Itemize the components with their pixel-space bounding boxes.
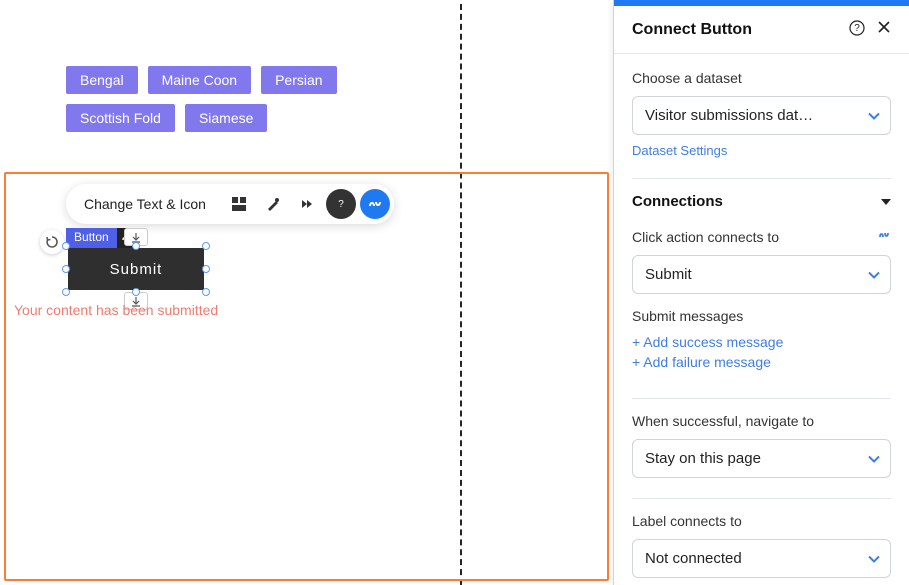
- navigate-group: When successful, navigate to Stay on thi…: [632, 413, 891, 478]
- chevron-down-icon: [868, 266, 880, 283]
- animation-icon[interactable]: [292, 189, 322, 219]
- design-icon[interactable]: [258, 189, 288, 219]
- click-action-select[interactable]: Submit: [632, 255, 891, 294]
- dataset-settings-link[interactable]: Dataset Settings: [632, 143, 727, 158]
- submit-messages-label: Submit messages: [632, 308, 891, 324]
- navigate-value: Stay on this page: [645, 450, 761, 467]
- submit-messages-group: Submit messages + Add success message + …: [632, 308, 891, 370]
- canvas-stage[interactable]: Bengal Maine Coon Persian Scottish Fold …: [0, 0, 613, 585]
- panel-title: Connect Button: [632, 21, 752, 39]
- resize-handle[interactable]: [62, 265, 70, 273]
- resize-handle[interactable]: [132, 288, 140, 296]
- tag-item[interactable]: Siamese: [185, 104, 267, 132]
- connections-heading-label: Connections: [632, 193, 723, 210]
- selection-handles: [66, 246, 206, 292]
- tag-item[interactable]: Maine Coon: [148, 66, 252, 94]
- resize-handle[interactable]: [202, 265, 210, 273]
- label-connect-select[interactable]: Not connected: [632, 539, 891, 578]
- layout-icon[interactable]: [224, 189, 254, 219]
- svg-text:?: ?: [854, 23, 860, 34]
- dataset-group: Choose a dataset Visitor submissions dat…: [632, 54, 891, 179]
- label-connect-value: Not connected: [645, 550, 742, 567]
- submission-status-text: Your content has been submitted: [14, 302, 218, 318]
- resize-handle[interactable]: [132, 242, 140, 250]
- chevron-down-icon: [868, 450, 880, 467]
- chevron-down-icon: [868, 550, 880, 567]
- dataset-select[interactable]: Visitor submissions dat…: [632, 96, 891, 135]
- element-toolbar: Change Text & Icon ?: [66, 184, 394, 224]
- add-failure-message-link[interactable]: + Add failure message: [632, 354, 891, 370]
- click-action-group: Click action connects to Submit: [632, 228, 891, 294]
- dataset-label: Choose a dataset: [632, 70, 891, 86]
- tag-item[interactable]: Bengal: [66, 66, 138, 94]
- data-connect-icon[interactable]: [360, 189, 390, 219]
- panel-close-icon[interactable]: [877, 20, 891, 39]
- click-action-value: Submit: [645, 266, 692, 283]
- change-text-and-icon-button[interactable]: Change Text & Icon: [70, 188, 220, 220]
- navigate-select[interactable]: Stay on this page: [632, 439, 891, 478]
- chevron-down-icon: [868, 107, 880, 124]
- history-icon[interactable]: [40, 230, 64, 254]
- resize-handle[interactable]: [62, 242, 70, 250]
- add-success-message-link[interactable]: + Add success message: [632, 334, 891, 350]
- svg-text:?: ?: [338, 199, 344, 210]
- panel-help-icon[interactable]: ?: [849, 20, 865, 39]
- collapse-icon: [881, 193, 891, 210]
- tag-item[interactable]: Persian: [261, 66, 336, 94]
- element-type-label: Button: [66, 228, 117, 248]
- tag-list: Bengal Maine Coon Persian Scottish Fold …: [66, 66, 366, 132]
- label-connect-group: Label connects to Not connected: [632, 513, 891, 578]
- tag-item[interactable]: Scottish Fold: [66, 104, 175, 132]
- data-connected-icon: [877, 228, 891, 245]
- resize-handle[interactable]: [202, 242, 210, 250]
- connect-panel: Connect Button ? Choose a dataset Visito…: [613, 0, 909, 585]
- resize-handle[interactable]: [62, 288, 70, 296]
- dataset-select-value: Visitor submissions dat…: [645, 107, 813, 124]
- navigate-label: When successful, navigate to: [632, 413, 891, 429]
- resize-handle[interactable]: [202, 288, 210, 296]
- label-connects-to-label: Label connects to: [632, 513, 891, 529]
- selected-button-element[interactable]: Submit: [68, 248, 204, 290]
- help-icon[interactable]: ?: [326, 189, 356, 219]
- panel-header: Connect Button ?: [614, 6, 909, 54]
- connections-heading[interactable]: Connections: [632, 179, 891, 214]
- click-action-label: Click action connects to: [632, 229, 779, 245]
